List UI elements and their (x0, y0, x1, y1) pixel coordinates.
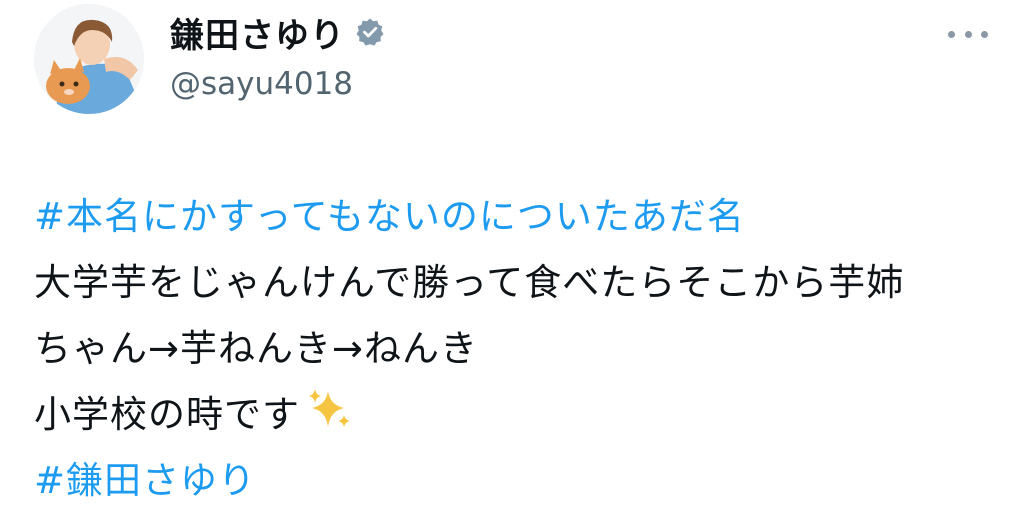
more-dot (964, 30, 972, 38)
more-options-icon[interactable] (948, 24, 988, 44)
hashtag-link[interactable]: #鎌田さゆり (34, 459, 256, 502)
more-dot (948, 30, 955, 38)
tweet-line: 大学芋をじゃんけんで勝って食べたらそこから芋姉 (34, 261, 905, 304)
hashtag-link[interactable]: #本名にかすってもないのについたあだ名 (34, 195, 745, 238)
verified-badge-icon (355, 17, 385, 47)
avatar[interactable] (34, 4, 144, 114)
sparkles-icon (306, 386, 352, 452)
display-name[interactable]: 鎌田さゆり (170, 8, 345, 57)
tweet-text: #本名にかすってもないのについたあだ名 大学芋をじゃんけんで勝って食べたらそこか… (34, 184, 1004, 514)
user-handle[interactable]: @sayu4018 (170, 66, 385, 102)
more-dot (981, 30, 988, 38)
tweet-card: 鎌田さゆり @sayu4018 #本名にかすってもないのについたあだ名 大学芋を… (0, 0, 1024, 506)
tweet-line: 小学校の時です (34, 393, 300, 436)
name-row: 鎌田さゆり (170, 8, 385, 57)
tweet-header: 鎌田さゆり @sayu4018 (170, 10, 385, 120)
tweet-line: ちゃん→芋ねんき→ねんき (34, 327, 479, 370)
avatar-image (34, 4, 144, 114)
